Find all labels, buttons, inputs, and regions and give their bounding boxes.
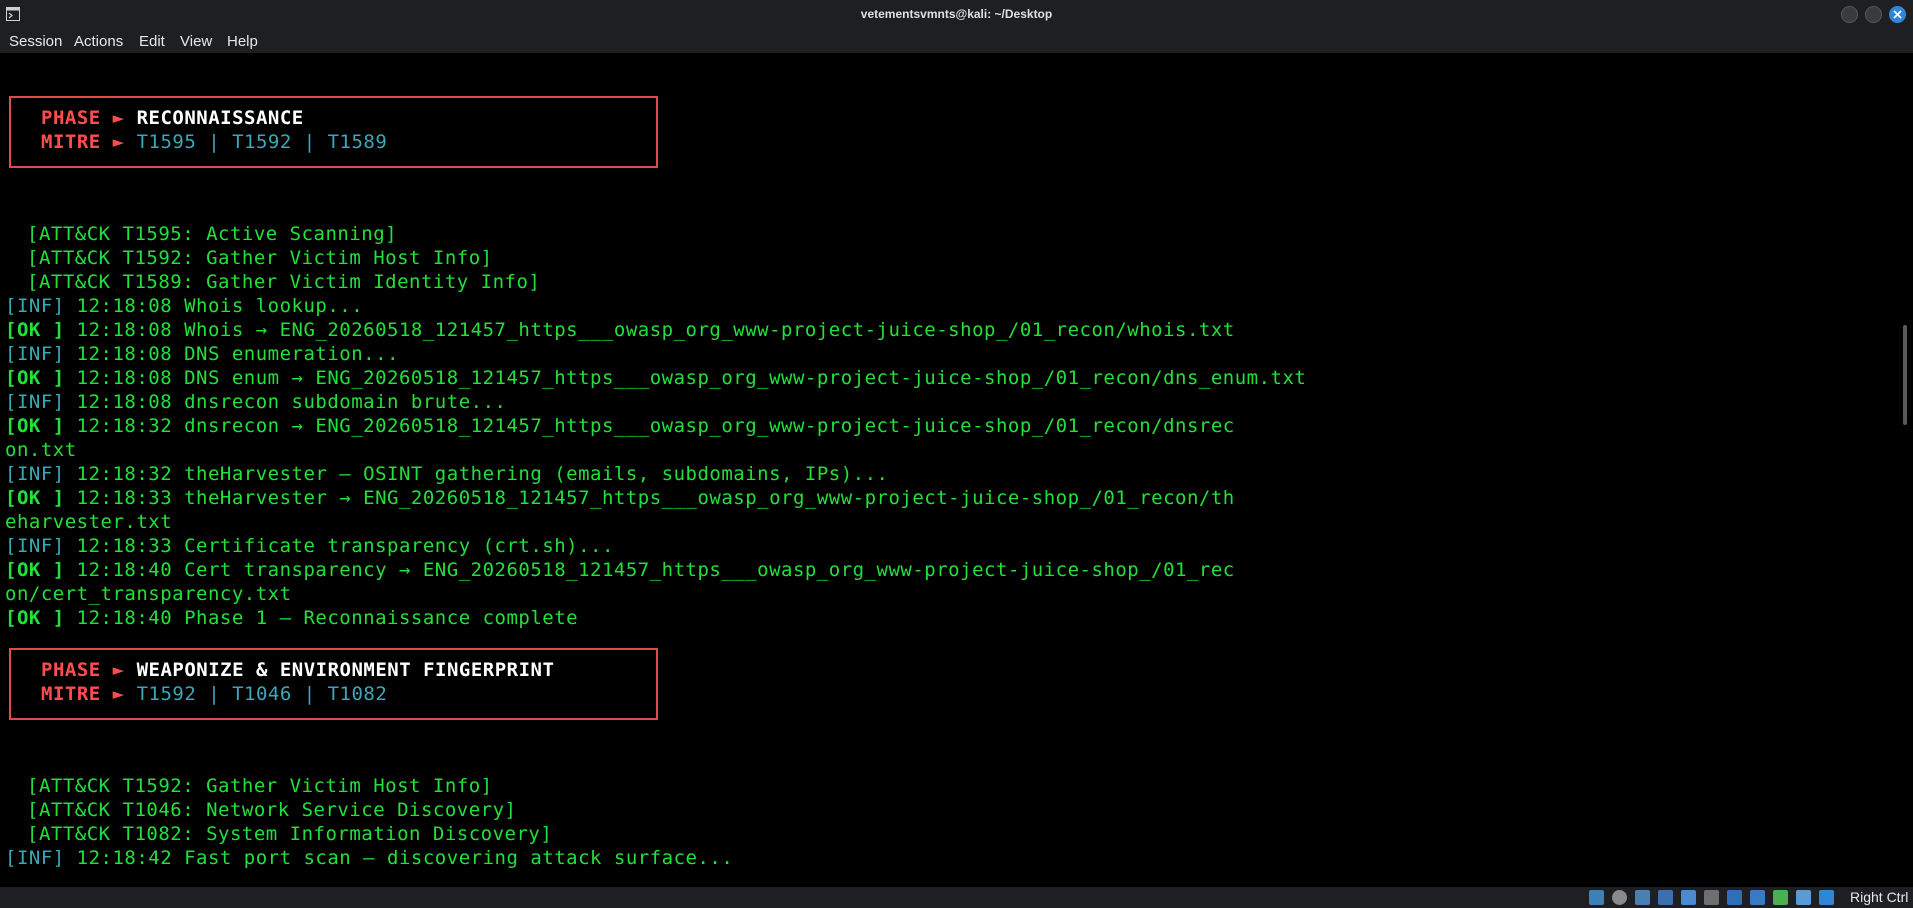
banner-phase-line: PHASE ► RECONNAISSANCE bbox=[41, 106, 304, 130]
attack-line: [ATT&CK T1592: Gather Victim Host Info] bbox=[27, 775, 493, 797]
phase-name: RECONNAISSANCE bbox=[136, 107, 304, 129]
inf-tag: [INF] bbox=[5, 343, 65, 365]
log-line: [INF] 12:18:33 Certificate transparency … bbox=[5, 534, 614, 558]
log-text: 12:18:33 Certificate transparency (crt.s… bbox=[64, 535, 614, 557]
inf-tag: [INF] bbox=[5, 463, 65, 485]
inf-tag: [INF] bbox=[5, 847, 65, 869]
log-line: [INF] 12:18:32 theHarvester — OSINT gath… bbox=[5, 462, 889, 486]
log-line: [OK ] 12:18:40 Phase 1 — Reconnaissance … bbox=[5, 606, 578, 630]
banner-mitre-line: MITRE ► T1595 | T1592 | T1589 bbox=[41, 130, 387, 154]
arrow-icon: ► bbox=[112, 107, 125, 129]
mitre-label: MITRE bbox=[41, 131, 101, 153]
close-button[interactable] bbox=[1889, 6, 1906, 23]
log-text: 12:18:08 Whois → ENG_20260518_121457_htt… bbox=[64, 319, 1235, 341]
ok-tag: [OK ] bbox=[5, 487, 65, 509]
inf-tag: [INF] bbox=[5, 535, 65, 557]
log-text: 12:18:40 Cert transparency → ENG_2026051… bbox=[64, 559, 1235, 581]
mitre-techniques: T1592 | T1046 | T1082 bbox=[136, 683, 388, 705]
menu-bar: Session Actions Edit View Help bbox=[0, 30, 1913, 53]
shared-folder-icon[interactable] bbox=[1681, 890, 1696, 905]
log-line: [INF] 12:18:42 Fast port scan — discover… bbox=[5, 846, 733, 870]
phase-label: PHASE bbox=[41, 659, 101, 681]
terminal-output[interactable]: PHASE ► RECONNAISSANCE MITRE ► T1595 | T… bbox=[0, 53, 1898, 887]
usb-icon[interactable] bbox=[1658, 890, 1673, 905]
menu-edit[interactable]: Edit bbox=[137, 31, 167, 52]
phase-name: WEAPONIZE & ENVIRONMENT FINGERPRINT bbox=[136, 659, 555, 681]
close-icon bbox=[1893, 10, 1902, 19]
log-text: 12:18:08 dnsrecon subdomain brute... bbox=[64, 391, 507, 413]
scrollbar-thumb[interactable] bbox=[1903, 325, 1907, 425]
phase-label: PHASE bbox=[41, 107, 101, 129]
network-icon[interactable] bbox=[1589, 890, 1604, 905]
arrow-icon: ► bbox=[112, 683, 125, 705]
cpu-icon[interactable] bbox=[1796, 890, 1811, 905]
arrow-icon: ► bbox=[112, 659, 125, 681]
log-text: 12:18:08 DNS enum → ENG_20260518_121457_… bbox=[64, 367, 1307, 389]
window-title: vetementsvmnts@kali: ~/Desktop bbox=[860, 7, 1053, 21]
log-line: [OK ] 12:18:33 theHarvester → ENG_202605… bbox=[5, 486, 1235, 510]
attack-line: [ATT&CK T1592: Gather Victim Host Info] bbox=[27, 247, 493, 269]
ok-tag: [OK ] bbox=[5, 559, 65, 581]
attack-line: [ATT&CK T1595: Active Scanning] bbox=[27, 223, 398, 245]
ok-tag: [OK ] bbox=[5, 415, 65, 437]
log-line: [INF] 12:18:08 Whois lookup... bbox=[5, 294, 363, 318]
menu-session[interactable]: Session bbox=[7, 31, 64, 52]
title-bar: vetementsvmnts@kali: ~/Desktop bbox=[0, 0, 1913, 30]
display-icon[interactable] bbox=[1727, 890, 1742, 905]
banner-phase-line: PHASE ► WEAPONIZE & ENVIRONMENT FINGERPR… bbox=[41, 658, 554, 682]
log-text: 12:18:42 Fast port scan — discovering at… bbox=[64, 847, 734, 869]
log-line: [OK ] 12:18:08 Whois → ENG_20260518_1214… bbox=[5, 318, 1235, 342]
log-line: [INF] 12:18:08 dnsrecon subdomain brute.… bbox=[5, 390, 506, 414]
maximize-button[interactable] bbox=[1865, 6, 1882, 23]
menu-help[interactable]: Help bbox=[225, 31, 260, 52]
optical-drive-icon[interactable] bbox=[1612, 890, 1627, 905]
audio-icon[interactable] bbox=[1635, 890, 1650, 905]
minimize-button[interactable] bbox=[1841, 6, 1858, 23]
attack-line: [ATT&CK T1082: System Information Discov… bbox=[27, 823, 553, 845]
mitre-techniques: T1595 | T1592 | T1589 bbox=[136, 131, 388, 153]
log-continuation: on.txt bbox=[5, 439, 77, 461]
phase-banner: PHASE ► WEAPONIZE & ENVIRONMENT FINGERPR… bbox=[9, 648, 658, 720]
log-line: [INF] 12:18:08 DNS enumeration... bbox=[5, 342, 399, 366]
menu-view[interactable]: View bbox=[178, 31, 214, 52]
log-line: [OK ] 12:18:32 dnsrecon → ENG_20260518_1… bbox=[5, 414, 1235, 438]
log-text: 12:18:33 theHarvester → ENG_20260518_121… bbox=[64, 487, 1235, 509]
host-key-label: Right Ctrl bbox=[1850, 889, 1909, 905]
ok-tag: [OK ] bbox=[5, 319, 65, 341]
menu-actions[interactable]: Actions bbox=[72, 31, 125, 52]
attack-line: [ATT&CK T1589: Gather Victim Identity In… bbox=[27, 271, 541, 293]
banner-mitre-line: MITRE ► T1592 | T1046 | T1082 bbox=[41, 682, 387, 706]
log-text: 12:18:40 Phase 1 — Reconnaissance comple… bbox=[64, 607, 579, 629]
inf-tag: [INF] bbox=[5, 295, 65, 317]
log-text: 12:18:32 dnsrecon → ENG_20260518_121457_… bbox=[64, 415, 1235, 437]
inf-tag: [INF] bbox=[5, 391, 65, 413]
vm-status-bar: Right Ctrl bbox=[0, 887, 1913, 908]
log-text: 12:18:32 theHarvester — OSINT gathering … bbox=[64, 463, 889, 485]
log-text: 12:18:08 Whois lookup... bbox=[64, 295, 364, 317]
log-text: 12:18:08 DNS enumeration... bbox=[64, 343, 399, 365]
phase-banner: PHASE ► RECONNAISSANCE MITRE ► T1595 | T… bbox=[9, 96, 658, 168]
log-line: [OK ] 12:18:08 DNS enum → ENG_20260518_1… bbox=[5, 366, 1306, 390]
attack-line: [ATT&CK T1046: Network Service Discovery… bbox=[27, 799, 517, 821]
log-line: [OK ] 12:18:40 Cert transparency → ENG_2… bbox=[5, 558, 1235, 582]
scrollbar[interactable] bbox=[1898, 53, 1913, 887]
arrow-icon: ► bbox=[112, 131, 125, 153]
log-continuation: on/cert_transparency.txt bbox=[5, 583, 292, 605]
ok-tag: [OK ] bbox=[5, 367, 65, 389]
storage-icon[interactable] bbox=[1704, 890, 1719, 905]
ok-tag: [OK ] bbox=[5, 607, 65, 629]
screen-capture-icon[interactable] bbox=[1750, 890, 1765, 905]
mouse-integration-icon[interactable] bbox=[1773, 890, 1788, 905]
download-icon[interactable] bbox=[1819, 890, 1834, 905]
log-continuation: eharvester.txt bbox=[5, 511, 173, 533]
mitre-label: MITRE bbox=[41, 683, 101, 705]
